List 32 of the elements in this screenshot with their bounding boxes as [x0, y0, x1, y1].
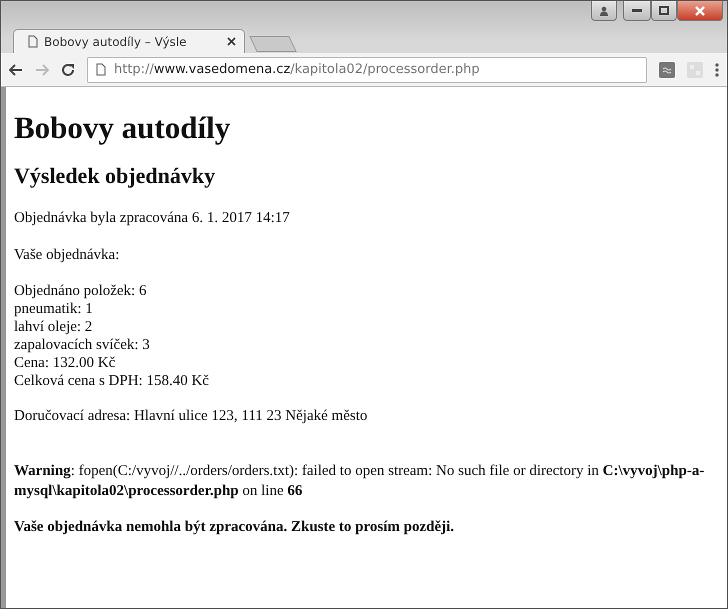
tab-title: Bobovy autodíly – Výsle: [44, 34, 188, 50]
order-label: Vaše objednávka:: [14, 246, 120, 266]
minimize-button[interactable]: [623, 1, 651, 21]
warning-message: Warning: fopen(C:/vyvoj//../orders/orders.txt): failed to open stream: No such file or directory in C:\vyvoj\php-a-mysql\kapitola02\processorder.php on line 66: [14, 462, 706, 502]
browser-tab[interactable]: Bobovy autodíly – Výsle: [13, 29, 245, 53]
reload-icon[interactable]: [61, 62, 75, 76]
close-icon[interactable]: [227, 37, 236, 46]
maximize-button[interactable]: [651, 1, 677, 21]
order-line: Celková cena s DPH: 158.40 Kč: [14, 372, 210, 390]
order-line: Objednáno položek: 6: [14, 282, 148, 300]
menu-icon[interactable]: [715, 62, 719, 76]
url-text: http://www.vasedomena.cz/kapitola02/processorder.php: [114, 60, 480, 79]
section-heading: Výsledek objednávky: [14, 163, 216, 190]
close-icon: [695, 6, 705, 16]
close-button[interactable]: [677, 1, 723, 21]
maximize-icon: [659, 6, 669, 15]
order-line: zapalovacích svíček: 3: [14, 336, 151, 354]
error-message: Vaše objednávka nemohla být zpracována. Zkuste to prosím později.: [14, 518, 456, 538]
page-heading: Bobovy autodíly: [14, 109, 232, 146]
back-icon[interactable]: [9, 64, 23, 76]
address-bar[interactable]: http://www.vasedomena.cz/kapitola02/processorder.php: [87, 56, 647, 82]
profile-button[interactable]: [591, 1, 617, 21]
person-icon: [599, 6, 609, 16]
order-line: pneumatik: 1: [14, 300, 94, 318]
page-icon: [28, 35, 38, 48]
processed-text: Objednávka byla zpracována 6. 1. 2017 14:17: [14, 208, 291, 228]
order-line: lahví oleje: 2: [14, 318, 94, 336]
page-icon: [96, 63, 106, 76]
minimize-icon: [632, 8, 642, 12]
extension-icon[interactable]: [659, 62, 675, 78]
order-line: Cena: 132.00 Kč: [14, 354, 116, 372]
address-text: Doručovací adresa: Hlavní ulice 123, 111 23 Nějaké město: [14, 406, 368, 426]
